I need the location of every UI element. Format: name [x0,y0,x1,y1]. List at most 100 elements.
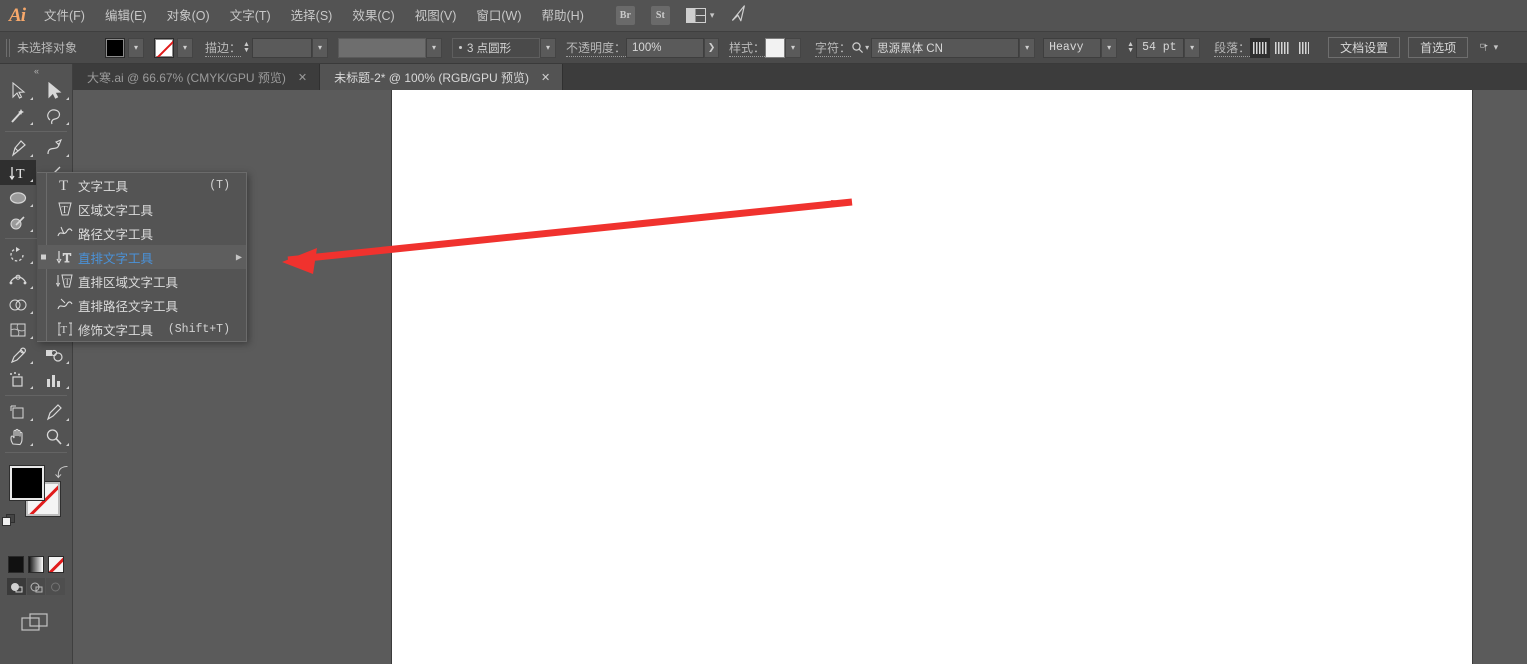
stroke-weight-stepper[interactable]: ▲ ▼ [241,38,252,58]
symbol-sprayer-tool[interactable] [0,367,36,392]
flyout-item-label: 路径文字工具 [78,227,154,242]
drawing-mode-behind[interactable] [26,578,46,595]
slice-tool[interactable] [36,399,72,424]
document-tab-1[interactable]: 大寒.ai @ 66.67% (CMYK/GPU 预览) ✕ [73,64,321,90]
type-tool[interactable]: T [0,160,36,185]
menu-view[interactable]: 视图(V) [405,0,467,32]
rocket-icon[interactable] [729,3,751,28]
fill-color-swatch[interactable] [105,37,125,58]
screen-mode-button[interactable] [0,595,72,633]
menu-select[interactable]: 选择(S) [281,0,343,32]
paragraph-align-group [1250,37,1315,58]
menu-object[interactable]: 对象(O) [157,0,220,32]
stroke-color-swatch[interactable] [154,37,174,58]
blend-tool[interactable] [36,342,72,367]
menu-window[interactable]: 窗口(W) [466,0,531,32]
default-fill-stroke-icon[interactable] [2,514,16,528]
vertical-type-on-path-icon [52,297,78,313]
chevron-down-icon: ▾ [709,10,715,20]
menu-type[interactable]: 文字(T) [220,0,281,32]
zoom-tool[interactable] [36,424,72,449]
flyout-item-touch-type-tool[interactable]: T 修饰文字工具 (Shift+T) [38,317,246,341]
fill-color-dropdown[interactable]: ▾ [128,37,144,58]
opacity-flyout-button[interactable]: ❯ [704,37,720,58]
flyout-item-vertical-type-on-path-tool[interactable]: 直排路径文字工具 [38,293,246,317]
flyout-item-area-type-tool[interactable]: T 区域文字工具 [38,197,246,221]
hand-tool[interactable] [0,424,36,449]
flyout-item-vertical-area-type-tool[interactable]: T 直排区域文字工具 [38,269,246,293]
artboard-tool[interactable] [0,399,36,424]
stock-icon[interactable]: St [650,6,670,25]
vertical-area-type-icon: T [52,273,78,289]
font-family-field[interactable]: 思源黑体 CN [871,37,1020,58]
brush-definition-field[interactable]: 3 点圆形 [452,37,541,58]
align-to-artboard-icon[interactable]: ▾ [1480,40,1498,56]
flyout-item-shortcut: (Shift+T) [167,322,230,336]
mesh-tool[interactable] [0,317,36,342]
artboard[interactable] [392,90,1472,664]
font-style-field[interactable]: Heavy [1043,37,1102,58]
bridge-icon[interactable]: Br [615,6,635,25]
control-bar-grip[interactable] [4,36,13,59]
graphic-style-dropdown[interactable]: ▾ [785,37,802,58]
curvature-tool[interactable] [36,135,72,160]
column-graph-tool[interactable] [36,367,72,392]
pen-tool[interactable] [0,135,36,160]
color-mode-gradient[interactable] [28,556,44,573]
arrange-documents-button[interactable]: ▾ [685,8,715,23]
lasso-tool[interactable] [36,103,72,128]
align-right-button[interactable] [1294,37,1315,58]
color-mode-none[interactable] [48,556,64,573]
fill-swatch[interactable] [9,465,45,501]
ellipse-tool[interactable] [0,185,36,210]
font-search-icon[interactable]: ▾ [851,41,869,54]
eyedropper-tool[interactable] [0,342,36,367]
drawing-mode-bar [0,573,72,595]
brush-definition-dropdown[interactable]: ▾ [540,37,557,58]
flyout-item-type-tool[interactable]: T 文字工具 (T) [38,173,246,197]
svg-text:T: T [63,250,71,265]
font-family-dropdown[interactable]: ▾ [1019,37,1036,58]
menu-edit[interactable]: 编辑(E) [95,0,157,32]
menu-effect[interactable]: 效果(C) [342,0,404,32]
drawing-mode-inside[interactable] [46,578,66,595]
align-center-button[interactable] [1272,37,1293,58]
close-icon[interactable]: ✕ [298,71,307,84]
preferences-button[interactable]: 首选项 [1408,37,1469,58]
opacity-field[interactable]: 100% [626,37,705,58]
stroke-profile-field[interactable] [338,37,427,58]
rotate-tool[interactable] [0,242,36,267]
canvas-area[interactable] [73,90,1527,664]
flyout-item-vertical-type-tool[interactable]: T 直排文字工具 ▶ [38,245,246,269]
shape-builder-tool[interactable] [0,292,36,317]
close-icon[interactable]: ✕ [541,71,550,84]
drawing-mode-normal[interactable] [7,578,26,595]
shaper-tool[interactable] [0,210,36,235]
document-setup-button[interactable]: 文档设置 [1328,37,1401,58]
menu-file[interactable]: 文件(F) [34,0,95,32]
font-style-dropdown[interactable]: ▾ [1101,37,1118,58]
stroke-weight-field[interactable] [252,37,313,58]
graphic-style-swatch[interactable] [765,37,786,58]
direct-selection-tool[interactable] [36,78,72,103]
menu-help[interactable]: 帮助(H) [532,0,594,32]
align-left-button[interactable] [1250,37,1271,58]
vertical-type-icon: T [52,249,78,265]
flyout-item-type-on-path-tool[interactable]: 路径文字工具 [38,221,246,245]
stroke-label: 描边： [205,40,242,57]
stroke-weight-dropdown[interactable]: ▾ [312,37,329,58]
selection-tool[interactable] [0,78,36,103]
font-size-field[interactable]: 54 pt [1136,37,1185,58]
swap-fill-stroke-icon[interactable]: ⤵ [55,462,68,481]
selection-status: 未选择对象 [17,41,78,55]
document-tab-2[interactable]: 未标题-2* @ 100% (RGB/GPU 预览) ✕ [320,64,564,90]
collapse-panel-icon[interactable]: « [0,64,72,78]
type-tool-flyout: T 文字工具 (T) T 区域文字工具 路径文字工具 T 直排文字工具 ▶ T … [37,172,247,342]
font-size-stepper[interactable]: ▲ ▼ [1125,38,1136,58]
width-tool[interactable] [0,267,36,292]
stroke-profile-dropdown[interactable]: ▾ [426,37,443,58]
font-size-dropdown[interactable]: ▾ [1184,37,1201,58]
stroke-color-dropdown[interactable]: ▾ [177,37,193,58]
magic-wand-tool[interactable] [0,103,36,128]
color-mode-solid[interactable] [8,556,24,573]
